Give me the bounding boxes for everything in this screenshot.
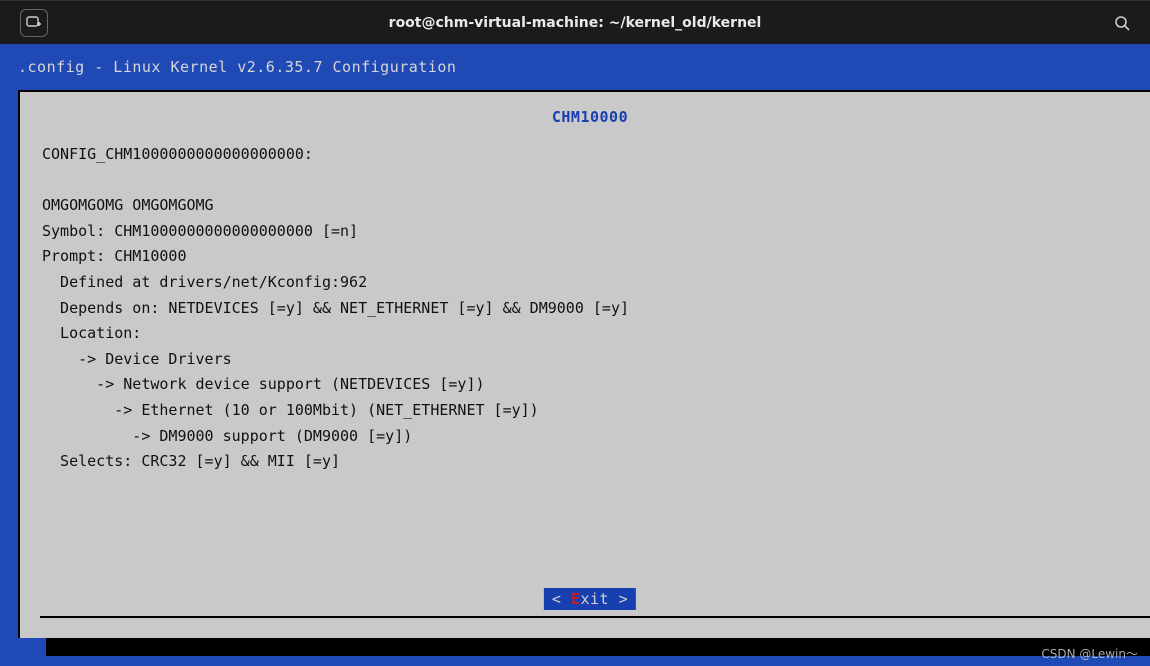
help-line: Selects: CRC32 [=y] && MII [=y] — [42, 452, 340, 470]
panel-bottom-rule — [40, 616, 1150, 618]
help-line: -> Network device support (NETDEVICES [=… — [42, 375, 485, 393]
help-line: OMGOMGOMG OMGOMGOMG — [42, 196, 214, 214]
search-button[interactable] — [1108, 9, 1136, 37]
exit-button[interactable]: < Exit > — [544, 588, 636, 610]
search-icon — [1114, 15, 1130, 31]
watermark: CSDN @Lewin～ — [1041, 645, 1138, 662]
window-titlebar: root@chm-virtual-machine: ~/kernel_old/k… — [0, 0, 1150, 44]
help-line: -> Device Drivers — [42, 350, 232, 368]
exit-hotkey: E — [571, 590, 581, 608]
menuconfig-outer-box: CHM10000 CONFIG_CHM1000000000000000000: … — [18, 90, 1150, 638]
terminal-viewport: .config - Linux Kernel v2.6.35.7 Configu… — [0, 44, 1150, 666]
exit-suffix: xit > — [580, 590, 628, 608]
help-panel: CHM10000 CONFIG_CHM1000000000000000000: … — [30, 102, 1150, 628]
panel-shadow — [46, 638, 1150, 656]
config-header: .config - Linux Kernel v2.6.35.7 Configu… — [18, 58, 456, 76]
help-line: Defined at drivers/net/Kconfig:962 — [42, 273, 367, 291]
help-line: -> DM9000 support (DM9000 [=y]) — [42, 427, 412, 445]
panel-title: CHM10000 — [30, 102, 1150, 126]
help-line: Depends on: NETDEVICES [=y] && NET_ETHER… — [42, 299, 629, 317]
new-tab-icon — [26, 16, 42, 30]
help-line: Location: — [42, 324, 141, 342]
exit-prefix: < — [552, 590, 571, 608]
window-title: root@chm-virtual-machine: ~/kernel_old/k… — [389, 15, 762, 31]
help-line: Prompt: CHM10000 — [42, 247, 187, 265]
help-line: Symbol: CHM1000000000000000000 [=n] — [42, 222, 358, 240]
panel-body: CONFIG_CHM1000000000000000000: OMGOMGOMG… — [30, 126, 1150, 475]
new-tab-button[interactable] — [20, 9, 48, 37]
help-line: -> Ethernet (10 or 100Mbit) (NET_ETHERNE… — [42, 401, 539, 419]
help-line: CONFIG_CHM1000000000000000000: — [42, 145, 313, 163]
